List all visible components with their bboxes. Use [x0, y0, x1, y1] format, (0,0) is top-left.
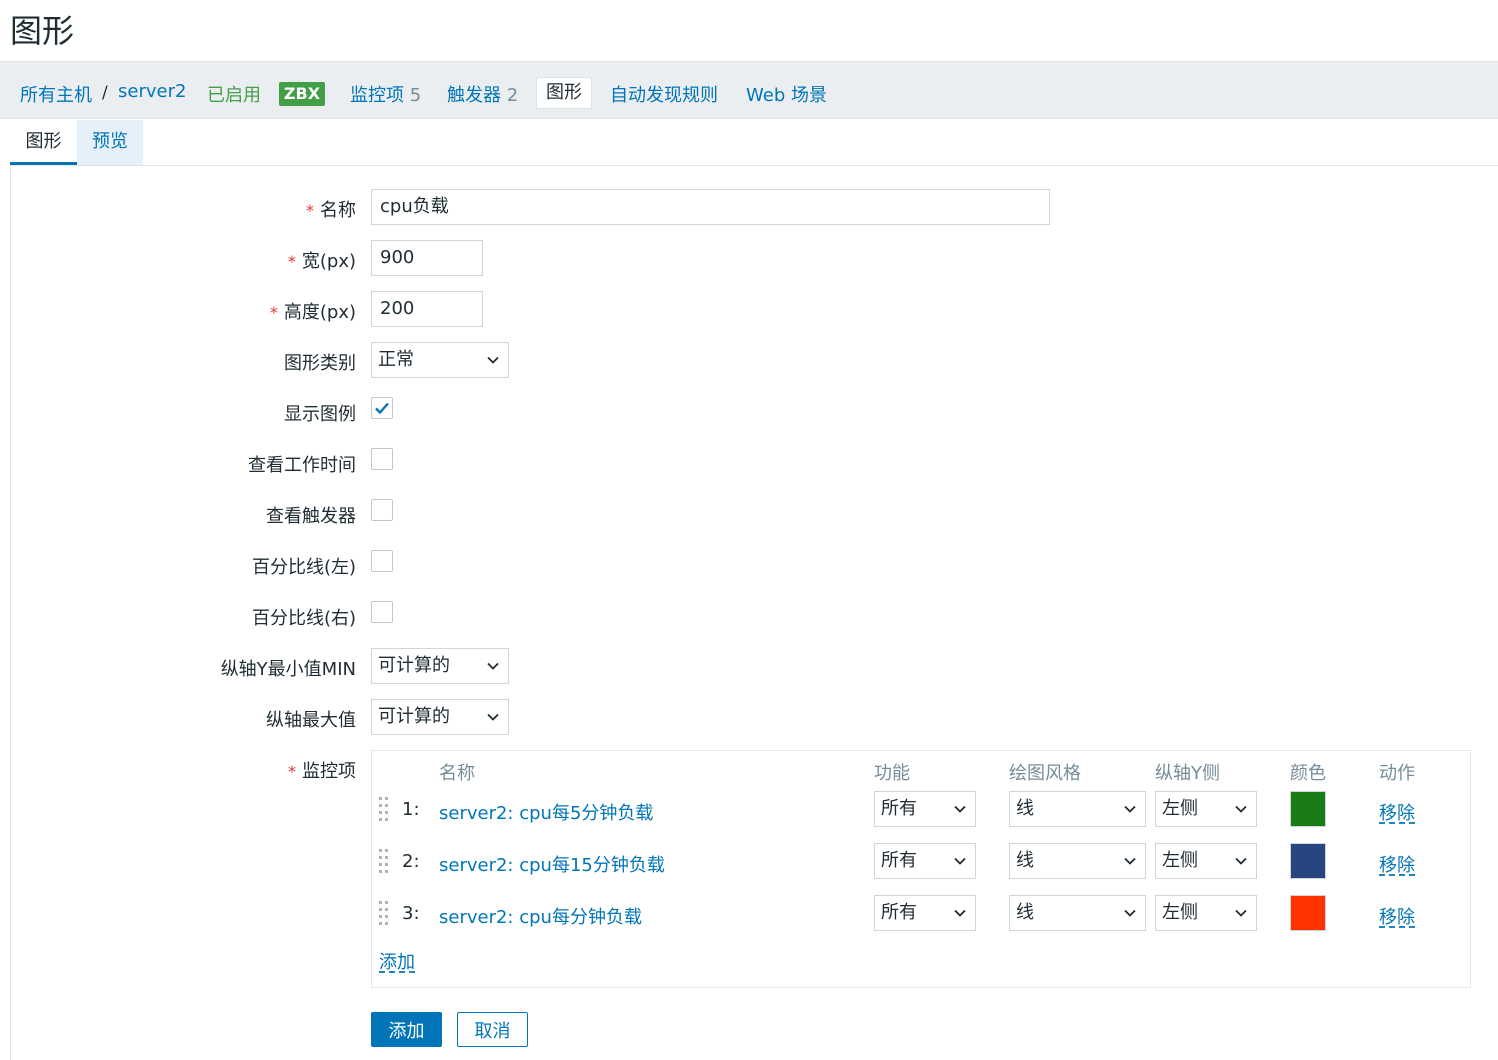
item-row-number: 2:	[402, 851, 420, 872]
graph-type-value: 正常	[378, 349, 414, 370]
required-mark: *	[269, 303, 278, 322]
chevron-down-icon	[1235, 855, 1247, 867]
item-name-link[interactable]: server2: cpu每5分钟负载	[439, 799, 653, 825]
item-function-select[interactable]: 所有	[874, 791, 976, 827]
form-tabs: 图形 预览	[10, 120, 1498, 166]
items-label: * 监控项	[288, 761, 356, 782]
item-draw-style-select[interactable]: 线	[1009, 843, 1146, 879]
graph-type-label: 图形类别	[284, 353, 356, 374]
item-function-select[interactable]: 所有	[874, 843, 976, 879]
item-row-number: 1:	[402, 799, 420, 820]
nav-host-link[interactable]: server2	[118, 81, 186, 102]
checkmark-icon	[375, 402, 389, 415]
show-triggers-label: 查看触发器	[266, 506, 356, 527]
nav-items-count: 5	[409, 85, 422, 106]
ymax-value: 可计算的	[378, 706, 450, 727]
ymin-select[interactable]: 可计算的	[371, 648, 509, 684]
chevron-down-icon	[487, 354, 499, 366]
items-header-name: 名称	[439, 763, 475, 784]
items-header-draw-style: 绘图风格	[1009, 763, 1081, 784]
nav-items-link[interactable]: 监控项 5	[350, 81, 421, 107]
chevron-down-icon	[954, 855, 966, 867]
height-input[interactable]: 200	[371, 291, 483, 327]
required-mark: *	[287, 252, 296, 271]
ymax-label: 纵轴最大值	[266, 710, 356, 731]
percentile-right-checkbox[interactable]	[371, 601, 393, 623]
nav-all-hosts-link[interactable]: 所有主机	[20, 81, 92, 107]
show-legend-checkbox[interactable]	[371, 397, 393, 419]
show-work-period-checkbox[interactable]	[371, 448, 393, 470]
item-function-select[interactable]: 所有	[874, 895, 976, 931]
items-header-action: 动作	[1379, 763, 1415, 784]
width-label: * 宽(px)	[287, 251, 356, 272]
page-title: 图形	[10, 12, 75, 50]
item-name-link[interactable]: server2: cpu每分钟负载	[439, 903, 642, 929]
chevron-down-icon	[954, 907, 966, 919]
drag-handle-icon[interactable]	[378, 796, 390, 822]
graph-type-select[interactable]: 正常	[371, 342, 509, 378]
item-color-swatch[interactable]	[1290, 895, 1326, 931]
add-item-link[interactable]: 添加	[379, 948, 415, 974]
items-header-y-axis-side: 纵轴Y侧	[1155, 763, 1220, 784]
height-label: * 高度(px)	[269, 302, 356, 323]
item-y-axis-side-select[interactable]: 左侧	[1155, 895, 1257, 931]
item-y-axis-side-select[interactable]: 左侧	[1155, 843, 1257, 879]
name-label: * 名称	[306, 200, 356, 221]
breadcrumb-separator: /	[102, 83, 108, 103]
nav-web-scenarios-link[interactable]: Web 场景	[746, 81, 827, 107]
items-header-function: 功能	[874, 763, 910, 784]
ymax-select[interactable]: 可计算的	[371, 699, 509, 735]
width-input[interactable]: 900	[371, 240, 483, 276]
percentile-left-checkbox[interactable]	[371, 550, 393, 572]
zbx-availability-badge: ZBX	[279, 82, 325, 106]
percentile-right-label: 百分比线(右)	[251, 608, 356, 629]
chevron-down-icon	[954, 803, 966, 815]
show-legend-label: 显示图例	[284, 404, 356, 425]
chevron-down-icon	[1124, 907, 1136, 919]
nav-items-label: 监控项	[350, 85, 404, 106]
item-draw-style-select[interactable]: 线	[1009, 895, 1146, 931]
chevron-down-icon	[1124, 855, 1136, 867]
ymin-value: 可计算的	[378, 655, 450, 676]
item-draw-style-select[interactable]: 线	[1009, 791, 1146, 827]
chevron-down-icon	[487, 660, 499, 672]
nav-triggers-link[interactable]: 触发器 2	[447, 81, 518, 107]
required-mark: *	[288, 762, 296, 781]
nav-graphs-tab-active[interactable]: 图形	[536, 77, 592, 109]
required-mark: *	[306, 201, 314, 220]
tab-preview[interactable]: 预览	[77, 120, 143, 165]
chevron-down-icon	[1235, 907, 1247, 919]
show-triggers-checkbox[interactable]	[371, 499, 393, 521]
nav-status-enabled[interactable]: 已启用	[207, 81, 261, 107]
tab-graph[interactable]: 图形	[10, 120, 77, 165]
item-color-swatch[interactable]	[1290, 791, 1326, 827]
chevron-down-icon	[487, 711, 499, 723]
items-header-color: 颜色	[1290, 763, 1326, 784]
host-navigation: 所有主机 / server2 已启用 ZBX 监控项 5 触发器 2 图形 自动…	[0, 61, 1498, 119]
item-remove-link[interactable]: 移除	[1379, 903, 1415, 929]
show-work-period-label: 查看工作时间	[248, 455, 356, 476]
chevron-down-icon	[1124, 803, 1136, 815]
nav-triggers-count: 2	[506, 85, 519, 106]
drag-handle-icon[interactable]	[378, 848, 390, 874]
item-row-number: 3:	[402, 903, 420, 924]
cancel-button[interactable]: 取消	[457, 1012, 528, 1047]
drag-handle-icon[interactable]	[378, 900, 390, 926]
item-y-axis-side-select[interactable]: 左侧	[1155, 791, 1257, 827]
item-name-link[interactable]: server2: cpu每15分钟负载	[439, 851, 665, 877]
add-button[interactable]: 添加	[371, 1012, 442, 1047]
item-remove-link[interactable]: 移除	[1379, 799, 1415, 825]
name-input[interactable]: cpu负载	[371, 189, 1050, 225]
item-color-swatch[interactable]	[1290, 843, 1326, 879]
item-remove-link[interactable]: 移除	[1379, 851, 1415, 877]
nav-discovery-link[interactable]: 自动发现规则	[610, 81, 718, 107]
ymin-label: 纵轴Y最小值MIN	[220, 659, 356, 680]
percentile-left-label: 百分比线(左)	[251, 557, 356, 578]
chevron-down-icon	[1235, 803, 1247, 815]
nav-triggers-label: 触发器	[447, 85, 501, 106]
